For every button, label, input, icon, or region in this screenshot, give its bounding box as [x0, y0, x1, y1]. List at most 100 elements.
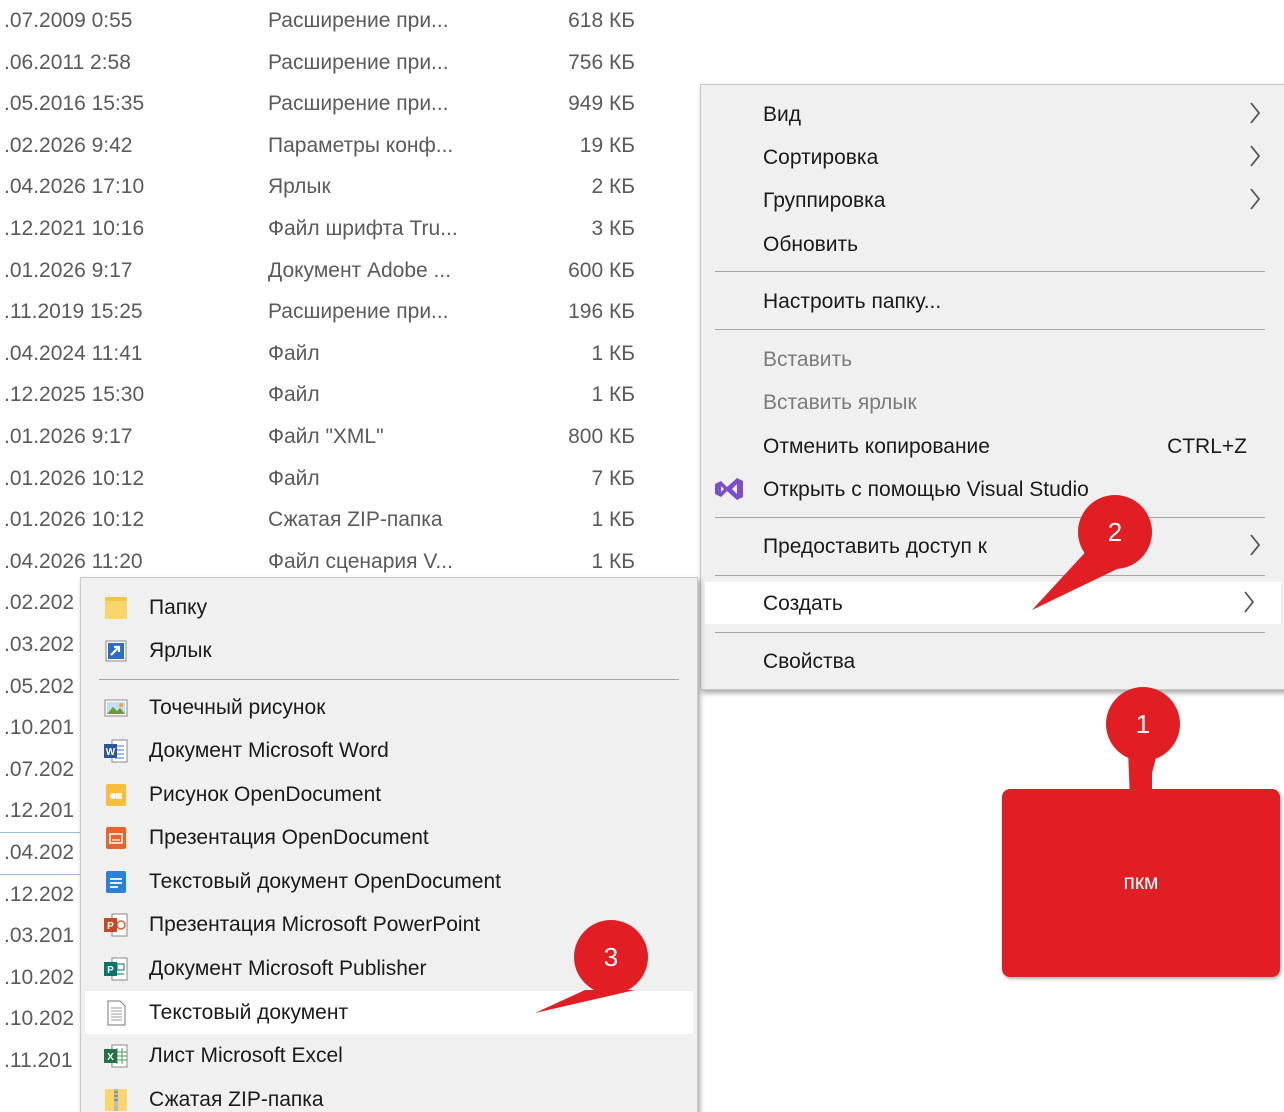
submenu-item-label: Рисунок OpenDocument — [149, 783, 382, 806]
file-size: 1 КБ — [591, 508, 635, 532]
file-date: .02.202 — [4, 591, 75, 615]
file-row[interactable]: .01.2026 10:12 Файл 7 КБ — [0, 458, 700, 500]
submenu-item-shortcut[interactable]: Ярлык — [81, 629, 697, 672]
file-date: .02.2026 9:42 — [4, 133, 133, 157]
chevron-right-icon — [1244, 591, 1255, 613]
file-size: 2 КБ — [591, 175, 635, 199]
file-size: 196 КБ — [568, 300, 635, 324]
menu-item-group[interactable]: Группировка — [701, 179, 1284, 221]
submenu-item-od-drawing[interactable]: Рисунок OpenDocument — [81, 773, 697, 816]
menu-item-undo-copy[interactable]: Отменить копирование CTRL+Z — [701, 425, 1284, 467]
file-date: .12.201 — [4, 799, 75, 823]
submenu-item-folder[interactable]: Папку — [81, 586, 697, 629]
file-type: Файл "XML" — [268, 425, 384, 448]
bitmap-image-icon — [104, 699, 128, 717]
file-date: .04.2026 11:20 — [4, 549, 143, 573]
chevron-right-icon — [1250, 102, 1261, 124]
submenu-item-label: Презентация OpenDocument — [149, 826, 429, 849]
menu-separator — [715, 329, 1265, 330]
create-submenu: Папку Ярлык Точечный рисунок W Документ … — [80, 577, 698, 1112]
callout-number-1: 1 — [1135, 709, 1151, 739]
submenu-item-bitmap[interactable]: Точечный рисунок — [81, 686, 697, 729]
submenu-item-label: Папку — [149, 596, 208, 619]
file-size: 618 КБ — [568, 9, 635, 32]
chevron-right-icon — [1250, 534, 1261, 556]
menu-separator — [715, 575, 1265, 576]
file-type: Сжатая ZIP-папка — [268, 508, 443, 532]
submenu-item-word[interactable]: W Документ Microsoft Word — [81, 729, 697, 772]
opendocument-text-icon — [106, 871, 126, 893]
svg-text:P: P — [107, 921, 114, 932]
menu-separator — [715, 517, 1265, 518]
submenu-item-text-document[interactable]: Текстовый документ — [85, 991, 693, 1034]
menu-item-sort[interactable]: Сортировка — [701, 136, 1284, 178]
folder-icon — [105, 597, 127, 619]
file-date: .11.201 — [4, 1049, 73, 1072]
menu-item-label: Свойства — [763, 650, 856, 673]
menu-item-open-visual-studio[interactable]: Открыть с помощью Visual Studio — [701, 468, 1284, 510]
chevron-right-icon — [1250, 188, 1261, 210]
file-row[interactable]: .04.2024 11:41 Файл 1 КБ — [0, 333, 700, 375]
file-date: .10.202 — [4, 965, 75, 989]
menu-item-customize-folder[interactable]: Настроить папку... — [701, 280, 1284, 322]
file-date: .01.2026 10:12 — [4, 508, 145, 532]
file-row[interactable]: .07.2009 0:55 Расширение при... 618 КБ — [0, 0, 700, 42]
svg-text:W: W — [106, 747, 116, 758]
file-row[interactable]: .01.2026 9:17 Документ Adobe ... 600 КБ — [0, 250, 700, 292]
menu-separator — [715, 632, 1265, 633]
svg-text:X: X — [107, 1052, 114, 1063]
file-size: 1 КБ — [591, 383, 635, 407]
file-row[interactable]: .04.2026 17:10 Ярлык 2 КБ — [0, 166, 700, 208]
file-size: 949 КБ — [568, 92, 635, 116]
file-size: 1 КБ — [591, 341, 635, 365]
file-type: Расширение при... — [268, 9, 449, 32]
file-date: .12.202 — [4, 882, 75, 906]
menu-separator — [715, 271, 1265, 272]
file-size: 7 КБ — [591, 466, 635, 490]
file-date: .07.2009 0:55 — [4, 9, 133, 32]
file-type: Документ Adobe ... — [268, 258, 452, 282]
submenu-item-excel[interactable]: X Лист Microsoft Excel — [81, 1034, 697, 1077]
file-row[interactable]: .02.2026 9:42 Параметры конф... 19 КБ — [0, 125, 700, 167]
file-type: Файл — [268, 341, 320, 365]
menu-item-create[interactable]: Создать — [705, 582, 1281, 624]
file-date: .03.202 — [4, 633, 75, 656]
file-date: .07.202 — [4, 757, 75, 781]
menu-item-label: Отменить копирование — [763, 435, 990, 458]
file-size: 19 КБ — [579, 133, 635, 157]
file-row[interactable]: .01.2026 9:17 Файл "XML" 800 КБ — [0, 416, 700, 458]
file-row[interactable]: .12.2021 10:16 Файл шрифта Tru... 3 КБ — [0, 208, 700, 250]
submenu-item-od-text[interactable]: Текстовый документ OpenDocument — [81, 860, 697, 903]
file-date: .10.202 — [4, 1007, 75, 1031]
file-row[interactable]: .01.2026 10:12 Сжатая ZIP-папка 1 КБ — [0, 499, 700, 541]
submenu-item-label: Текстовый документ — [149, 1001, 349, 1024]
menu-item-view[interactable]: Вид — [701, 93, 1284, 135]
row-divider — [0, 874, 80, 875]
file-date: .03.201 — [4, 924, 75, 948]
menu-item-give-access[interactable]: Предоставить доступ к — [701, 525, 1284, 567]
menu-item-paste: Вставить — [701, 338, 1284, 380]
file-date: .12.2025 15:30 — [4, 383, 145, 407]
context-menu: Вид Сортировка Группировка Обновить Наст… — [700, 84, 1284, 690]
submenu-item-powerpoint[interactable]: P Презентация Microsoft PowerPoint — [81, 903, 697, 946]
menu-item-label: Вставить ярлык — [763, 391, 917, 414]
file-row[interactable]: .12.2025 15:30 Файл 1 КБ — [0, 374, 700, 416]
file-row[interactable]: .05.2016 15:35 Расширение при... 949 КБ — [0, 83, 700, 125]
submenu-item-od-presentation[interactable]: Презентация OpenDocument — [81, 816, 697, 859]
submenu-item-zip[interactable]: Сжатая ZIP-папка — [81, 1078, 697, 1112]
file-type: Файл — [268, 466, 320, 490]
submenu-item-label: Документ Microsoft Word — [149, 739, 389, 762]
menu-item-properties[interactable]: Свойства — [701, 640, 1284, 682]
file-row[interactable]: .06.2011 2:58 Расширение при... 756 КБ — [0, 42, 700, 84]
submenu-item-label: Сжатая ZIP-папка — [149, 1088, 324, 1111]
file-date: .05.2016 15:35 — [4, 92, 145, 116]
file-date: .04.2024 11:41 — [4, 341, 143, 365]
menu-item-refresh[interactable]: Обновить — [701, 223, 1284, 265]
file-date: .01.2026 9:17 — [4, 425, 133, 448]
file-row[interactable]: .11.2019 15:25 Расширение при... 196 КБ — [0, 291, 700, 333]
submenu-item-label: Лист Microsoft Excel — [149, 1044, 343, 1067]
annotation-label: пкм — [1123, 871, 1159, 894]
menu-item-label: Вид — [763, 103, 801, 126]
file-size: 756 КБ — [568, 50, 635, 74]
submenu-item-label: Презентация Microsoft PowerPoint — [149, 913, 481, 936]
